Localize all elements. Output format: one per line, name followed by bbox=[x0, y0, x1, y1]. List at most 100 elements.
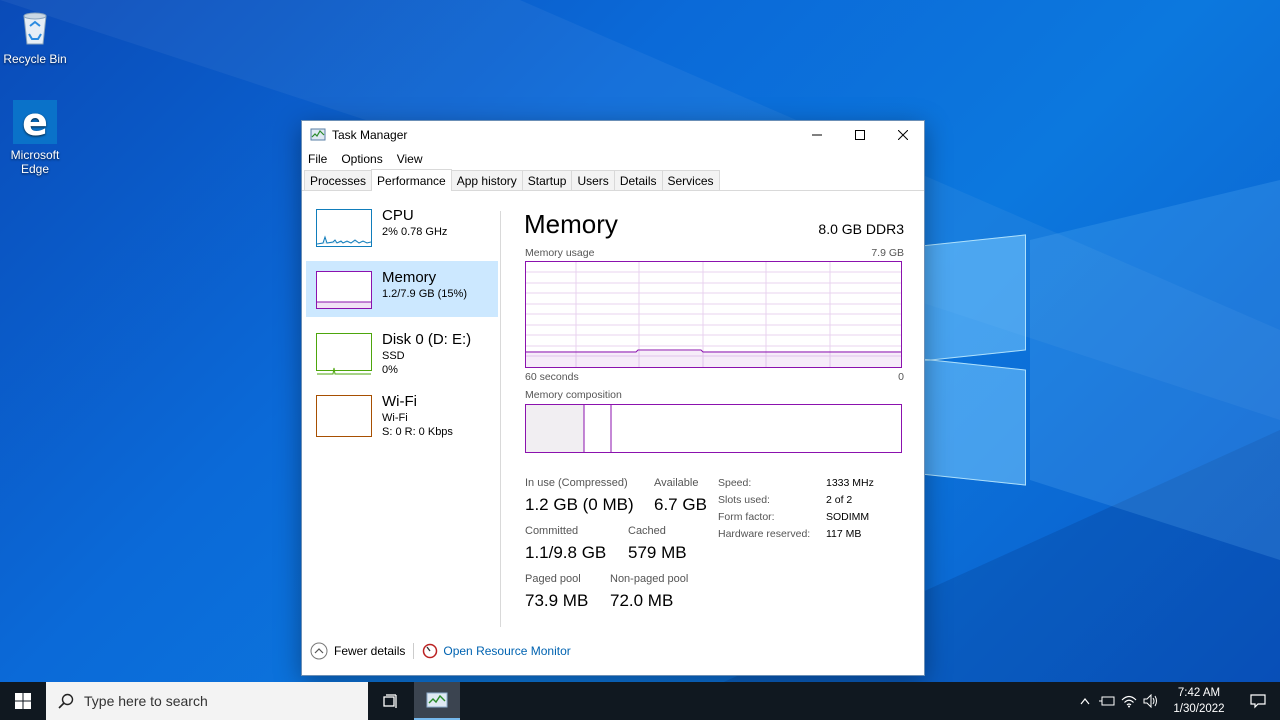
show-hidden-icons-button[interactable] bbox=[1074, 682, 1096, 720]
tab-services[interactable]: Services bbox=[661, 170, 720, 190]
tab-processes[interactable]: Processes bbox=[304, 170, 373, 190]
clock-date: 1/30/2022 bbox=[1173, 703, 1225, 715]
task-manager-window: Task Manager File Options View Processes… bbox=[301, 120, 925, 676]
slots-value: 2 of 2 bbox=[826, 494, 853, 506]
taskbar: Type here to search 7:42 AM 1/30/2022 bbox=[0, 682, 1280, 720]
resource-item-cpu[interactable]: CPU 2% 0.78 GHz bbox=[306, 199, 498, 255]
in-use-value: 1.2 GB (0 MB) bbox=[525, 495, 634, 514]
nonpaged-pool-label: Non-paged pool bbox=[610, 573, 689, 585]
tab-details[interactable]: Details bbox=[613, 170, 663, 190]
cached-label: Cached bbox=[628, 525, 666, 537]
resource-name: CPU bbox=[382, 207, 414, 224]
resource-detail: Wi-Fi bbox=[382, 412, 408, 424]
close-icon bbox=[897, 130, 908, 140]
menu-bar: File Options View bbox=[302, 149, 924, 169]
resource-item-memory[interactable]: Memory 1.2/7.9 GB (15%) bbox=[306, 261, 498, 317]
resource-item-wifi[interactable]: Wi-Fi Wi-Fi S: 0 R: 0 Kbps bbox=[306, 385, 498, 441]
memory-type: 8.0 GB DDR3 bbox=[818, 221, 904, 237]
task-manager-icon bbox=[310, 127, 326, 143]
battery-plug-icon bbox=[1099, 696, 1115, 706]
desktop-icon-label: Recycle Bin bbox=[3, 52, 67, 66]
form-factor-value: SODIMM bbox=[826, 511, 870, 523]
in-use-label: In use (Compressed) bbox=[525, 477, 628, 489]
committed-label: Committed bbox=[525, 525, 579, 537]
open-resource-monitor-link[interactable]: Open Resource Monitor bbox=[422, 643, 571, 659]
recycle-bin-icon bbox=[15, 8, 55, 48]
window-title: Task Manager bbox=[332, 128, 408, 142]
tab-startup[interactable]: Startup bbox=[521, 170, 573, 190]
hardware-reserved-label: Hardware reserved: bbox=[718, 528, 811, 540]
search-placeholder: Type here to search bbox=[84, 693, 208, 709]
resource-name: Memory bbox=[382, 269, 437, 286]
task-view-icon bbox=[383, 694, 397, 708]
speed-value: 1333 MHz bbox=[826, 477, 874, 489]
memory-composition-bar bbox=[525, 404, 902, 453]
windows-logo-wallpaper bbox=[920, 234, 1030, 486]
edge-icon: e bbox=[13, 100, 57, 144]
volume-button[interactable] bbox=[1140, 682, 1162, 720]
taskbar-clock[interactable]: 7:42 AM 1/30/2022 bbox=[1162, 685, 1236, 717]
tab-app-history[interactable]: App history bbox=[450, 170, 523, 190]
maximize-button[interactable] bbox=[838, 121, 881, 149]
windows-start-icon bbox=[15, 693, 31, 709]
taskbar-search-box[interactable]: Type here to search bbox=[46, 682, 368, 720]
pane-divider[interactable] bbox=[500, 211, 501, 627]
task-view-button[interactable] bbox=[368, 682, 414, 720]
paged-pool-value: 73.9 MB bbox=[525, 591, 589, 610]
tab-performance[interactable]: Performance bbox=[371, 169, 452, 191]
paged-pool-label: Paged pool bbox=[525, 573, 581, 585]
menu-view[interactable]: View bbox=[397, 152, 423, 166]
open-resource-monitor-label: Open Resource Monitor bbox=[443, 644, 571, 658]
nonpaged-pool-value: 72.0 MB bbox=[610, 591, 674, 610]
minimize-button[interactable] bbox=[795, 121, 838, 149]
form-factor-label: Form factor: bbox=[718, 511, 775, 523]
chevron-up-icon bbox=[1080, 698, 1090, 705]
system-tray: 7:42 AM 1/30/2022 bbox=[1074, 682, 1280, 720]
cached-value: 579 MB bbox=[628, 543, 687, 562]
resource-detail: SSD bbox=[382, 350, 405, 362]
fewer-details-button[interactable]: Fewer details bbox=[310, 642, 405, 660]
wifi-icon bbox=[1121, 695, 1137, 708]
search-icon bbox=[58, 693, 74, 709]
speed-label: Speed: bbox=[718, 477, 752, 489]
graph-axis-right: 0 bbox=[898, 371, 904, 383]
chevron-up-circle-icon bbox=[310, 642, 328, 660]
available-label: Available bbox=[654, 477, 699, 489]
cpu-mini-graph bbox=[316, 209, 372, 247]
page-title: Memory bbox=[524, 209, 618, 239]
disk-mini-graph bbox=[316, 333, 372, 375]
footer-divider bbox=[413, 643, 415, 659]
committed-value: 1.1/9.8 GB bbox=[525, 543, 607, 562]
resource-name: Wi-Fi bbox=[382, 393, 417, 410]
hardware-reserved-value: 117 MB bbox=[826, 528, 862, 540]
memory-composition-label: Memory composition bbox=[525, 389, 622, 401]
minimize-icon bbox=[811, 134, 822, 136]
resource-detail-2: S: 0 R: 0 Kbps bbox=[382, 426, 453, 438]
title-bar[interactable]: Task Manager bbox=[302, 121, 924, 149]
wifi-mini-graph bbox=[316, 395, 372, 437]
memory-usage-label: Memory usage bbox=[525, 247, 595, 259]
resource-item-disk[interactable]: Disk 0 (D: E:) SSD 0% bbox=[306, 323, 498, 379]
tab-users[interactable]: Users bbox=[571, 170, 615, 190]
battery-button[interactable] bbox=[1096, 682, 1118, 720]
memory-usage-max: 7.9 GB bbox=[871, 247, 904, 259]
resource-monitor-icon bbox=[423, 643, 438, 659]
action-center-button[interactable] bbox=[1236, 682, 1280, 720]
network-button[interactable] bbox=[1118, 682, 1140, 720]
resource-name: Disk 0 (D: E:) bbox=[382, 331, 472, 348]
footer-bar: Fewer details Open Resource Monitor bbox=[310, 641, 571, 661]
menu-options[interactable]: Options bbox=[341, 152, 382, 166]
maximize-icon bbox=[854, 130, 865, 140]
start-button[interactable] bbox=[0, 682, 46, 720]
memory-usage-graph bbox=[525, 261, 902, 368]
resource-list: CPU 2% 0.78 GHz Memory 1.2/7.9 GB (15%) … bbox=[306, 199, 498, 619]
menu-file[interactable]: File bbox=[308, 152, 327, 166]
slots-label: Slots used: bbox=[718, 494, 770, 506]
desktop-icon-label: Microsoft Edge bbox=[10, 148, 60, 176]
desktop-icon-microsoft-edge[interactable]: e Microsoft Edge bbox=[0, 100, 70, 176]
close-button[interactable] bbox=[881, 121, 924, 149]
taskbar-task-manager-button[interactable] bbox=[414, 682, 460, 720]
resource-detail: 1.2/7.9 GB (15%) bbox=[382, 288, 467, 300]
clock-time: 7:42 AM bbox=[1177, 687, 1221, 699]
desktop-icon-recycle-bin[interactable]: Recycle Bin bbox=[0, 8, 70, 66]
